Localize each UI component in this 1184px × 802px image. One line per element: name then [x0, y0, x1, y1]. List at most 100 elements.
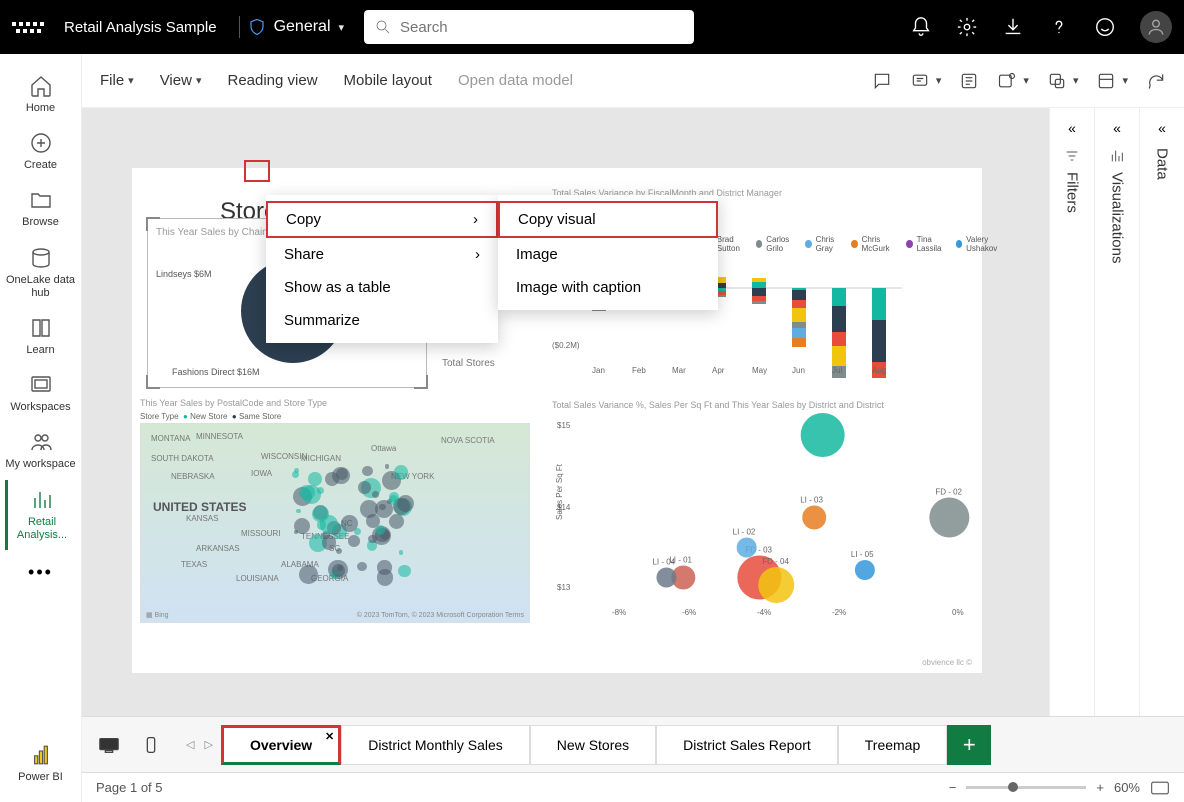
- svg-text:Jun: Jun: [792, 366, 805, 375]
- notifications-icon[interactable]: [910, 16, 932, 38]
- app-launcher-icon[interactable]: [12, 11, 44, 43]
- search-input[interactable]: [400, 19, 684, 36]
- settings-icon[interactable]: [956, 16, 978, 38]
- svg-text:FD - 04: FD - 04: [762, 557, 789, 566]
- menu-copy-visual[interactable]: Copy visual: [498, 201, 718, 238]
- nav-workspaces[interactable]: Workspaces: [5, 365, 77, 422]
- nav-create[interactable]: Create: [5, 123, 77, 180]
- zoom-out[interactable]: −: [949, 780, 957, 795]
- zoom-in[interactable]: +: [1096, 780, 1104, 795]
- map-visual[interactable]: This Year Sales by PostalCode and Store …: [140, 398, 530, 638]
- nav-power-bi[interactable]: Power BI: [5, 735, 77, 792]
- menu-view[interactable]: View▾: [160, 72, 202, 89]
- svg-text:FD - 02: FD - 02: [935, 488, 962, 497]
- feedback-icon[interactable]: [1094, 16, 1116, 38]
- map-area[interactable]: UNITED STATES Ottawa MONTANA SOUTH DAKOT…: [140, 423, 530, 623]
- user-avatar[interactable]: [1140, 11, 1172, 43]
- download-icon[interactable]: [1002, 16, 1024, 38]
- map-country-label: UNITED STATES: [153, 500, 247, 514]
- pie-label: Fashions Direct $16M: [172, 367, 260, 377]
- chevron-left-icon[interactable]: «: [1158, 120, 1166, 136]
- mobile-icon[interactable]: [140, 736, 162, 754]
- search-bar[interactable]: [364, 10, 694, 44]
- svg-text:0%: 0%: [952, 608, 964, 617]
- filters-label: Filters: [1064, 172, 1081, 213]
- top-bar: Retail Analysis Sample General ▾: [0, 0, 1184, 54]
- menu-image-caption[interactable]: Image with caption: [498, 271, 718, 304]
- refresh-icon[interactable]: [1146, 71, 1166, 91]
- resize-handle[interactable]: [146, 217, 160, 231]
- menu-reading-view[interactable]: Reading view: [227, 72, 317, 89]
- chevron-left-icon[interactable]: «: [1113, 120, 1121, 136]
- next-page[interactable]: ▷: [204, 738, 212, 751]
- data-label: Data: [1154, 148, 1171, 180]
- tab-treemap[interactable]: Treemap: [838, 725, 948, 765]
- total-stores-card[interactable]: Total Stores: [442, 358, 495, 369]
- tab-overview[interactable]: Overview✕: [221, 725, 341, 765]
- report-title: Retail Analysis Sample: [64, 19, 217, 36]
- context-submenu: Copy visual Image Image with caption: [498, 195, 718, 310]
- chevron-down-icon: ▾: [339, 21, 345, 34]
- tab-new-stores[interactable]: New Stores: [530, 725, 656, 765]
- resize-handle[interactable]: [146, 375, 160, 389]
- svg-text:($0.2M): ($0.2M): [552, 341, 580, 350]
- menu-mobile-layout[interactable]: Mobile layout: [344, 72, 432, 89]
- svg-text:Jul: Jul: [832, 366, 842, 375]
- total-stores-label: Total Stores: [442, 358, 495, 369]
- scatter-chart: $15 $14 $13 -8% -6% -4% -2% 0% Total Sal…: [552, 410, 972, 620]
- menu-image[interactable]: Image: [498, 238, 718, 271]
- data-panel[interactable]: « Data: [1139, 108, 1184, 742]
- search-icon: [374, 18, 392, 36]
- bookmark-icon[interactable]: [910, 71, 930, 91]
- layout-icon[interactable]: [1096, 71, 1116, 91]
- menu-open-data-model: Open data model: [458, 72, 573, 89]
- help-icon[interactable]: [1048, 16, 1070, 38]
- svg-text:LI - 04: LI - 04: [652, 558, 675, 567]
- context-menu: Copy› Share› Show as a table Summarize: [266, 195, 498, 343]
- sensitivity-dropdown[interactable]: General ▾: [248, 18, 344, 36]
- scatter-visual[interactable]: Total Sales Variance %, Sales Per Sq Ft …: [552, 400, 972, 640]
- menu-file[interactable]: File▾: [100, 72, 134, 89]
- svg-text:-4%: -4%: [757, 608, 771, 617]
- svg-text:Jan: Jan: [592, 366, 605, 375]
- nav-learn[interactable]: Learn: [5, 308, 77, 365]
- svg-text:LI - 03: LI - 03: [800, 496, 823, 505]
- nav-my-workspace[interactable]: My workspace: [5, 422, 77, 479]
- tab-district-monthly[interactable]: District Monthly Sales: [341, 725, 530, 765]
- page-indicator: Page 1 of 5: [96, 780, 163, 795]
- resize-handle[interactable]: [414, 375, 428, 389]
- svg-text:$13: $13: [557, 583, 571, 592]
- filters-panel[interactable]: « Filters: [1049, 108, 1094, 742]
- svg-text:Sales Per Sq Ft: Sales Per Sq Ft: [555, 463, 564, 520]
- chevron-left-icon[interactable]: «: [1068, 120, 1076, 136]
- zoom-slider[interactable]: [966, 786, 1086, 789]
- visualizations-panel[interactable]: « Visualizations: [1094, 108, 1139, 742]
- svg-text:$15: $15: [557, 421, 571, 430]
- person-icon: [1146, 17, 1166, 37]
- prev-page[interactable]: ◁: [186, 738, 194, 751]
- menu-show-as-table[interactable]: Show as a table: [266, 271, 498, 304]
- desktop-icon[interactable]: [98, 736, 120, 754]
- nav-home[interactable]: Home: [5, 66, 77, 123]
- menu-copy[interactable]: Copy›: [266, 201, 498, 238]
- status-bar: Page 1 of 5 − + 60%: [82, 772, 1184, 802]
- nav-onelake[interactable]: OneLake data hub: [5, 238, 77, 308]
- nav-more[interactable]: •••: [28, 550, 53, 595]
- attribution: obvience llc ©: [922, 658, 972, 667]
- menu-summarize[interactable]: Summarize: [266, 304, 498, 337]
- filter-icon: [1064, 148, 1080, 164]
- nav-browse[interactable]: Browse: [5, 180, 77, 237]
- explore-icon[interactable]: [997, 71, 1017, 91]
- tab-district-report[interactable]: District Sales Report: [656, 725, 838, 765]
- comment-icon[interactable]: [872, 71, 892, 91]
- view-icon[interactable]: [959, 71, 979, 91]
- add-page-button[interactable]: +: [947, 725, 991, 765]
- svg-text:Feb: Feb: [632, 366, 646, 375]
- nav-retail-analysis[interactable]: Retail Analysis...: [5, 480, 77, 550]
- menu-share[interactable]: Share›: [266, 238, 498, 271]
- visualizations-icon: [1109, 148, 1125, 164]
- sync-icon[interactable]: [1047, 71, 1067, 91]
- fit-page-icon[interactable]: [1150, 780, 1170, 796]
- pie-label: Lindseys $6M: [156, 269, 212, 279]
- ribbon-bar: File▾ View▾ Reading view Mobile layout O…: [82, 54, 1184, 108]
